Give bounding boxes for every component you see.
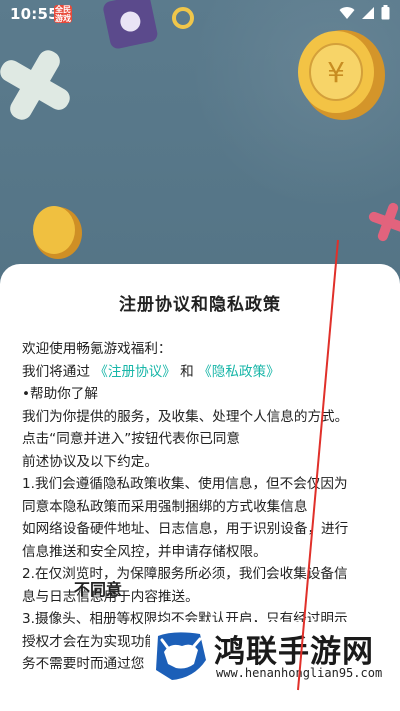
decorative-shapes: ¥ [0, 0, 400, 259]
small-coin-shape [33, 206, 82, 259]
badge-text-bottom: 游戏 [55, 14, 71, 23]
links-line: 我们将通过 《注册协议》 和 《隐私政策》 [22, 361, 384, 384]
text-line: 如网络设备硬件地址、日志信息，用于识别设备，进行 [22, 521, 349, 537]
status-bar: 10:55 全民 游戏 [0, 0, 400, 28]
signal-icon [362, 6, 374, 19]
text-line: 前述协议及以下约定。 [22, 453, 158, 470]
badge-text-top: 全民 [55, 5, 71, 14]
site-watermark: 鸿联手游网 www.henanhonglian95.com [150, 622, 400, 711]
coin-shape: ¥ [298, 30, 385, 120]
app-notification-icon: 全民 游戏 [54, 5, 72, 23]
pink-cross-shape [368, 202, 400, 242]
battery-icon [381, 5, 390, 20]
text-line: 信息推送和安全风控，并申请存储权限。 [22, 543, 267, 560]
disagree-button[interactable]: 不同意 [74, 576, 122, 600]
text-line: •帮助你了解 [22, 386, 98, 402]
svg-text:¥: ¥ [327, 56, 345, 89]
register-agreement-link[interactable]: 《注册协议》 [94, 364, 176, 380]
wifi-icon [339, 6, 355, 19]
green-cross-shape [0, 50, 70, 120]
privacy-policy-link[interactable]: 《隐私政策》 [198, 364, 280, 380]
watermark-url: www.henanhonglian95.com [216, 666, 383, 680]
links-prefix: 我们将通过 [22, 363, 95, 380]
text-line: 我们为你提供的服务，及收集、处理个人信息的方式。 [22, 408, 349, 425]
dialog-title: 注册协议和隐私政策 [119, 295, 281, 315]
intro-line: 欢迎使用畅氪游戏福利： [22, 341, 172, 357]
text-line: 点击“同意并进入”按钮代表你已同意 [22, 431, 240, 447]
text-line: 同意本隐私政策而采用强制捆绑的方式收集信息 [22, 498, 308, 515]
links-and: 和 [175, 363, 199, 380]
system-icons [339, 5, 390, 20]
clock: 10:55 [10, 5, 59, 23]
text-line: 1.我们会遵循隐私政策收集、使用信息，但不会仅因为 [22, 476, 348, 492]
watermark-title: 鸿联手游网 [214, 634, 374, 670]
bull-logo-icon [156, 632, 206, 680]
